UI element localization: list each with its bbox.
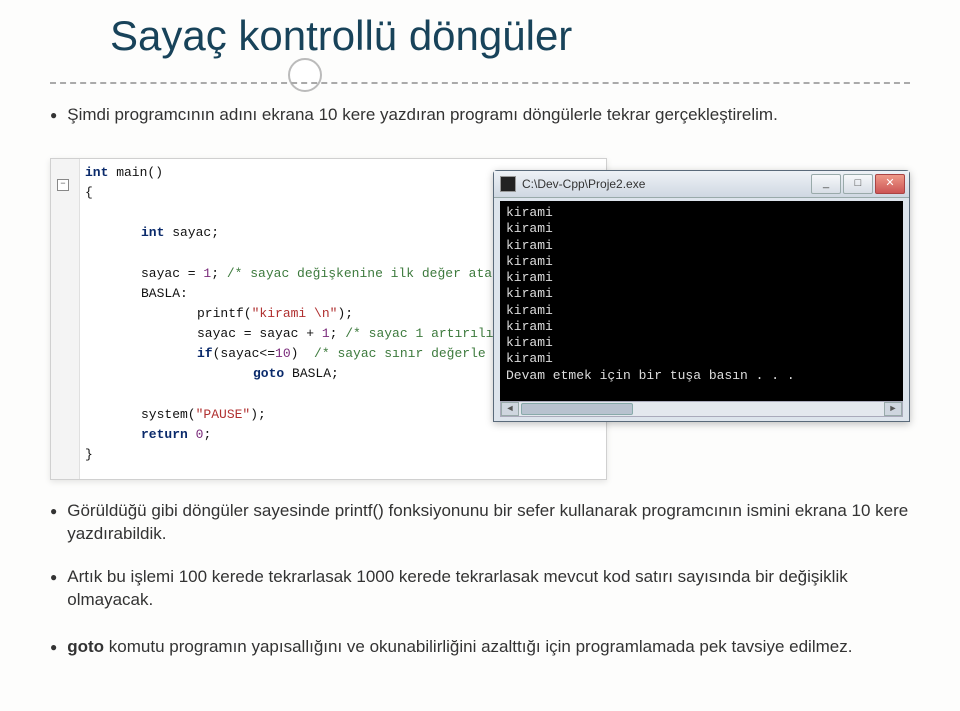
code-gutter: − xyxy=(51,159,80,479)
console-line: kirami xyxy=(506,351,897,367)
scroll-thumb[interactable] xyxy=(521,403,633,415)
bullet-2-text: Görüldüğü gibi döngüler sayesinde printf… xyxy=(67,500,920,546)
page-title: Sayaç kontrollü döngüler xyxy=(110,12,572,60)
console-line: kirami xyxy=(506,319,897,335)
maximize-button[interactable]: □ xyxy=(843,174,873,194)
horizontal-scrollbar[interactable]: ◄ ► xyxy=(500,401,903,417)
minimize-button[interactable]: _ xyxy=(811,174,841,194)
console-window: C:\Dev-Cpp\Proje2.exe _ □ ✕ kirami kiram… xyxy=(493,170,910,422)
bullet-4: ● goto komutu programın yapısallığını ve… xyxy=(50,636,920,659)
bullet-dot-icon: ● xyxy=(50,108,57,122)
bullet-dot-icon: ● xyxy=(50,640,57,654)
console-line: kirami xyxy=(506,335,897,351)
console-line: Devam etmek için bir tuşa basın . . . xyxy=(506,368,897,384)
console-line: kirami xyxy=(506,303,897,319)
console-line: kirami xyxy=(506,238,897,254)
bullet-2: ● Görüldüğü gibi döngüler sayesinde prin… xyxy=(50,500,920,546)
bullet-1-text: Şimdi programcının adını ekrana 10 kere … xyxy=(67,104,778,127)
bullet-4-text: goto komutu programın yapısallığını ve o… xyxy=(67,636,852,659)
screenshot-composite: − int main() { int sayac; sayac = 1; /* … xyxy=(50,150,910,485)
goto-keyword: goto xyxy=(67,637,104,656)
fold-icon: − xyxy=(57,179,69,191)
console-line: kirami xyxy=(506,286,897,302)
close-button[interactable]: ✕ xyxy=(875,174,905,194)
bullet-3-text: Artık bu işlemi 100 kerede tekrarlasak 1… xyxy=(67,566,920,612)
bullet-1: ● Şimdi programcının adını ekrana 10 ker… xyxy=(50,104,920,127)
bullet-3: ● Artık bu işlemi 100 kerede tekrarlasak… xyxy=(50,566,920,612)
scroll-right-icon[interactable]: ► xyxy=(884,402,902,416)
scroll-left-icon[interactable]: ◄ xyxy=(501,402,519,416)
console-output: kirami kirami kirami kirami kirami kiram… xyxy=(500,201,903,401)
app-icon xyxy=(500,176,516,192)
console-line: kirami xyxy=(506,254,897,270)
console-line: kirami xyxy=(506,221,897,237)
bullet-dot-icon: ● xyxy=(50,570,57,584)
divider xyxy=(50,82,910,84)
console-line: kirami xyxy=(506,205,897,221)
window-titlebar[interactable]: C:\Dev-Cpp\Proje2.exe _ □ ✕ xyxy=(494,171,909,198)
code-line: } xyxy=(85,445,600,465)
code-line: return 0; xyxy=(85,425,600,445)
title-decor-circle xyxy=(288,58,322,92)
bullet-dot-icon: ● xyxy=(50,504,57,518)
console-line: kirami xyxy=(506,270,897,286)
